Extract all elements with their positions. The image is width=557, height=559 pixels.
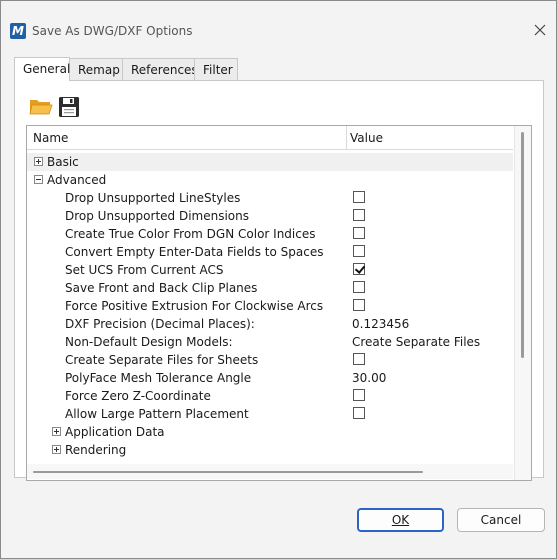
property-row[interactable]: Create True Color From DGN Color Indices (27, 225, 513, 243)
property-label: Drop Unsupported LineStyles (65, 191, 241, 205)
close-button[interactable] (533, 23, 549, 39)
tab-references[interactable]: References (122, 58, 198, 80)
convert-empty-fields-checkbox[interactable] (353, 245, 365, 257)
large-pattern-checkbox[interactable] (353, 407, 365, 419)
property-row[interactable]: Drop Unsupported Dimensions (27, 207, 513, 225)
property-row[interactable]: Create Separate Files for Sheets (27, 351, 513, 369)
property-label: Create Separate Files for Sheets (65, 353, 259, 367)
property-row[interactable]: Drop Unsupported LineStyles (27, 189, 513, 207)
force-zero-z-checkbox[interactable] (353, 389, 365, 401)
group-row-application-data[interactable]: Application Data (27, 423, 513, 441)
drop-unsupported-dimensions-checkbox[interactable] (353, 209, 365, 221)
tab-remap[interactable]: Remap (69, 58, 123, 80)
cancel-button-label: Cancel (480, 513, 522, 527)
drop-unsupported-linestyles-checkbox[interactable] (353, 191, 365, 203)
property-row[interactable]: Force Zero Z-Coordinate (27, 387, 513, 405)
tab-general[interactable]: General (14, 57, 70, 81)
ok-button-label: OK (391, 513, 410, 527)
separate-sheets-checkbox[interactable] (353, 353, 365, 365)
column-header-name[interactable]: Name (33, 131, 68, 145)
grid-header: Name Value (27, 126, 513, 150)
window-title: Save As DWG/DXF Options (32, 24, 193, 38)
property-label: Save Front and Back Clip Planes (65, 281, 258, 295)
property-row[interactable]: Non-Default Design Models: Create Separa… (27, 333, 513, 351)
folder-open-icon (29, 100, 53, 115)
property-row[interactable]: Convert Empty Enter-Data Fields to Space… (27, 243, 513, 261)
true-color-checkbox[interactable] (353, 227, 365, 239)
column-header-value[interactable]: Value (350, 131, 383, 145)
property-label: PolyFace Mesh Tolerance Angle (65, 371, 252, 385)
save-clip-planes-checkbox[interactable] (353, 281, 365, 293)
tab-filter[interactable]: Filter (194, 58, 238, 80)
floppy-disk-icon (59, 97, 79, 117)
design-models-value[interactable]: Create Separate Files (352, 335, 480, 349)
property-row[interactable]: Save Front and Back Clip Planes (27, 279, 513, 297)
set-ucs-checkbox[interactable] (353, 263, 365, 275)
collapse-minus-icon[interactable] (34, 175, 43, 184)
expand-plus-icon[interactable] (34, 157, 43, 166)
property-label: Allow Large Pattern Placement (65, 407, 249, 421)
close-icon (534, 24, 546, 36)
group-row-basic[interactable]: Basic (27, 153, 513, 171)
vertical-scroll-thumb[interactable] (521, 132, 524, 358)
property-label: Non-Default Design Models: (65, 335, 233, 349)
group-row-rendering[interactable]: Rendering (27, 441, 513, 459)
save-as-dialog: M Save As DWG/DXF Options General Remap … (0, 0, 557, 559)
property-label: Create True Color From DGN Color Indices (65, 227, 316, 241)
mesh-tolerance-value[interactable]: 30.00 (352, 371, 386, 385)
group-label-advanced: Advanced (47, 173, 107, 187)
property-label: Convert Empty Enter-Data Fields to Space… (65, 245, 324, 259)
title-bar: M Save As DWG/DXF Options (1, 1, 556, 39)
property-row[interactable]: Set UCS From Current ACS (27, 261, 513, 279)
property-label: DXF Precision (Decimal Places): (65, 317, 255, 331)
dxf-precision-value[interactable]: 0.123456 (352, 317, 409, 331)
cancel-button[interactable]: Cancel (457, 508, 545, 532)
property-label: Set UCS From Current ACS (65, 263, 224, 277)
property-row[interactable]: Force Positive Extrusion For Clockwise A… (27, 297, 513, 315)
ok-button[interactable]: OK (357, 508, 444, 532)
property-grid: Name Value Basic Advanced Drop Unsupport… (26, 125, 532, 481)
vertical-scrollbar[interactable] (514, 126, 531, 480)
save-settings-button[interactable] (58, 96, 80, 118)
property-row[interactable]: Allow Large Pattern Placement (27, 405, 513, 423)
property-row[interactable]: PolyFace Mesh Tolerance Angle 30.00 (27, 369, 513, 387)
horizontal-scroll-thumb[interactable] (33, 471, 423, 473)
open-settings-button[interactable] (29, 96, 53, 118)
group-row-advanced[interactable]: Advanced (27, 171, 513, 189)
expand-plus-icon[interactable] (52, 427, 61, 436)
force-positive-extrusion-checkbox[interactable] (353, 299, 365, 311)
microstation-app-icon: M (10, 23, 26, 39)
group-label-rendering: Rendering (65, 443, 127, 457)
property-label: Force Zero Z-Coordinate (65, 389, 211, 403)
expand-plus-icon[interactable] (52, 445, 61, 454)
group-label-basic: Basic (47, 155, 79, 169)
horizontal-scrollbar[interactable] (27, 464, 513, 479)
property-row[interactable]: DXF Precision (Decimal Places): 0.123456 (27, 315, 513, 333)
property-label: Force Positive Extrusion For Clockwise A… (65, 299, 324, 313)
property-label: Drop Unsupported Dimensions (65, 209, 249, 223)
group-label-application-data: Application Data (65, 425, 165, 439)
column-divider[interactable] (346, 126, 347, 149)
